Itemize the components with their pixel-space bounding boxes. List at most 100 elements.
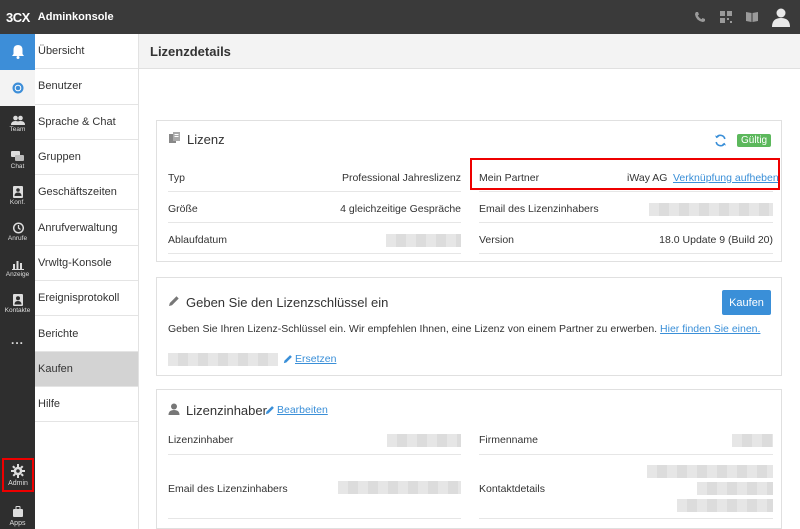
- conference-icon: [12, 186, 24, 199]
- redacted-company: [732, 434, 773, 447]
- subnav-item-help[interactable]: Hilfe: [35, 387, 138, 423]
- rail-calls[interactable]: Anrufe: [0, 214, 35, 250]
- license-type-value: Professional Jahreslizenz: [341, 172, 461, 184]
- rail-admin[interactable]: Admin: [2, 458, 34, 492]
- redacted-contact-1: [647, 465, 773, 478]
- rail-label-calls: Anrufe: [7, 235, 28, 242]
- license-icon: [169, 132, 181, 147]
- rail-notifications[interactable]: [0, 34, 35, 70]
- redacted-owner-email-2: [338, 481, 461, 494]
- contact-label: Kontaktdetails: [479, 483, 545, 495]
- admin-subnav: Übersicht Benutzer Sprache & Chat Gruppe…: [35, 34, 139, 529]
- replace-key-link[interactable]: Ersetzen: [295, 353, 336, 365]
- phone-icon[interactable]: [692, 9, 708, 25]
- divider: [479, 191, 773, 192]
- highlight-box: [470, 158, 780, 190]
- license-card: Lizenz Gültig Typ Professional Jahresliz…: [156, 120, 782, 262]
- divider: [479, 222, 773, 223]
- user-icon: [168, 403, 180, 418]
- subnav-item-event-log[interactable]: Ereignisprotokoll: [35, 281, 138, 317]
- apps-icon: [12, 505, 24, 520]
- divider: [168, 253, 461, 254]
- buy-button[interactable]: Kaufen: [722, 290, 771, 315]
- edit-owner-link[interactable]: Bearbeiten: [277, 404, 328, 416]
- owner-email-label: Email des Lizenzinhabers: [479, 203, 599, 215]
- page-body: Lizenz Gültig Typ Professional Jahresliz…: [139, 68, 800, 529]
- rail-conference[interactable]: Konf.: [0, 178, 35, 214]
- refresh-icon[interactable]: [714, 134, 727, 150]
- bell-icon: [11, 44, 25, 60]
- license-key-card-title: Geben Sie den Lizenzschlüssel ein: [168, 295, 388, 310]
- owner-card-title: Lizenzinhaber: [168, 403, 267, 418]
- redacted-contact-2: [697, 482, 773, 495]
- rail-browser[interactable]: [0, 70, 35, 106]
- redacted-expiry: [386, 234, 461, 247]
- redacted-owner-email: [649, 203, 773, 216]
- redacted-owner: [387, 434, 461, 447]
- contacts-icon: [12, 294, 24, 307]
- company-label: Firmenname: [479, 434, 538, 446]
- rail-team[interactable]: Team: [0, 106, 35, 142]
- top-bar: 3CX Adminkonsole: [0, 0, 800, 34]
- version-label: Version: [479, 234, 515, 246]
- license-owner-card: Lizenzinhaber Bearbeiten Lizenzinhaber F…: [156, 389, 782, 529]
- rail-apps[interactable]: Apps: [0, 502, 35, 529]
- main-content: Lizenzdetails Lizenz Gültig Typ Professi…: [139, 34, 800, 529]
- pencil-icon: [168, 295, 180, 310]
- user-avatar-icon[interactable]: [770, 6, 792, 28]
- rail-label-admin: Admin: [8, 479, 28, 487]
- chart-icon: [11, 259, 24, 271]
- app-title: Adminkonsole: [37, 11, 114, 23]
- license-size-value: 4 gleichzeitige Gespräche: [340, 203, 461, 215]
- rail-label-contacts: Kontakte: [4, 307, 31, 314]
- subnav-item-office-hours[interactable]: Geschäftszeiten: [35, 175, 138, 211]
- gear-icon: [11, 463, 25, 480]
- divider: [168, 518, 461, 519]
- rail-label-conference: Konf.: [9, 199, 26, 206]
- chrome-icon: [12, 82, 24, 95]
- license-key-title: Geben Sie den Lizenzschlüssel ein: [186, 295, 389, 310]
- subnav-item-reports[interactable]: Berichte: [35, 316, 138, 352]
- history-icon: [12, 222, 24, 235]
- rail-chat[interactable]: Chat: [0, 142, 35, 178]
- owner-email-label-2: Email des Lizenzinhabers: [168, 483, 288, 495]
- license-key-description: Geben Sie Ihren Lizenz-Schlüssel ein. Wi…: [168, 323, 760, 335]
- license-title: Lizenz: [187, 132, 225, 147]
- owner-title: Lizenzinhaber: [186, 403, 267, 418]
- version-value: 18.0 Update 9 (Build 20): [659, 234, 773, 246]
- team-icon: [10, 115, 25, 126]
- logo: 3CX: [6, 9, 30, 25]
- license-key-description-text: Geben Sie Ihren Lizenz-Schlüssel ein. Wi…: [168, 323, 658, 335]
- find-partner-link[interactable]: Hier finden Sie einen.: [660, 323, 760, 335]
- page-title: Lizenzdetails: [150, 44, 231, 59]
- license-key-card: Geben Sie den Lizenzschlüssel ein Kaufen…: [156, 277, 782, 376]
- status-badge: Gültig: [737, 134, 772, 147]
- owner-label: Lizenzinhaber: [168, 434, 234, 446]
- rail-contacts[interactable]: Kontakte: [0, 286, 35, 322]
- redacted-contact-3: [677, 499, 773, 512]
- qrcode-icon[interactable]: [718, 9, 734, 25]
- pencil-icon: [265, 405, 275, 418]
- rail-label-apps: Apps: [9, 519, 26, 527]
- book-icon[interactable]: [744, 9, 760, 25]
- subnav-item-voice-chat[interactable]: Sprache & Chat: [35, 105, 138, 140]
- redacted-license-key: [168, 353, 278, 366]
- chat-icon: [11, 150, 24, 163]
- license-size-label: Größe: [168, 203, 198, 215]
- more-icon: ...: [10, 333, 24, 347]
- subnav-item-groups[interactable]: Gruppen: [35, 140, 138, 176]
- top-icons: [692, 0, 792, 34]
- rail-label-team: Team: [9, 126, 26, 133]
- subnav-item-buy[interactable]: Kaufen: [35, 351, 138, 387]
- subnav-item-call-handling[interactable]: Anrufverwaltung: [35, 210, 138, 246]
- rail-label-chat: Chat: [10, 162, 25, 170]
- divider: [479, 253, 773, 254]
- subnav-item-overview[interactable]: Übersicht: [35, 34, 138, 70]
- rail-reports[interactable]: Anzeige: [0, 250, 35, 286]
- subnav-item-users[interactable]: Benutzer: [35, 69, 138, 105]
- license-expiry-label: Ablaufdatum: [168, 234, 227, 246]
- subnav-item-admin-console[interactable]: Vrwltg-Konsole: [35, 246, 138, 282]
- rail-more[interactable]: ...: [0, 322, 35, 358]
- license-card-title: Lizenz: [169, 132, 225, 147]
- app-rail: Team Chat Konf. Anrufe Anzeige Kontakte …: [0, 34, 35, 529]
